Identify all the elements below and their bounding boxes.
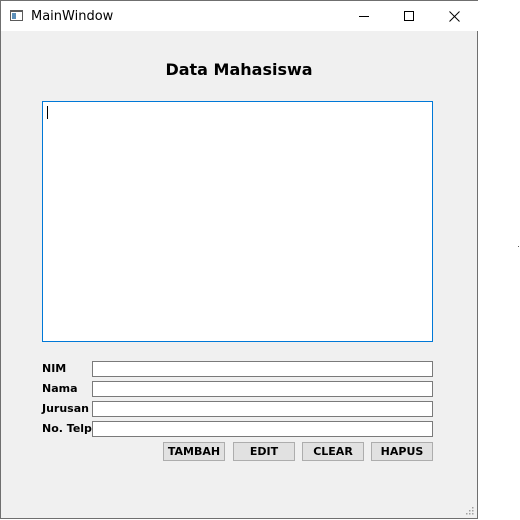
tambah-button[interactable]: TAMBAH	[163, 442, 225, 461]
maximize-icon	[403, 11, 414, 21]
jurusan-label: Jurusan	[42, 402, 89, 415]
minimize-icon	[358, 16, 369, 17]
window-title: MainWindow	[31, 9, 114, 24]
no-telp-input[interactable]	[92, 421, 433, 437]
nama-label: Nama	[42, 382, 78, 395]
edit-button[interactable]: EDIT	[233, 442, 295, 461]
resize-grip-icon[interactable]	[465, 506, 475, 516]
main-window: MainWindow Data Mahasiswa NIM Nama Jurus…	[0, 0, 478, 519]
nim-label: NIM	[42, 362, 67, 375]
title-bar[interactable]: MainWindow	[1, 0, 478, 31]
hapus-button[interactable]: HAPUS	[371, 442, 433, 461]
close-icon	[449, 10, 460, 22]
maximize-button[interactable]	[386, 1, 431, 31]
page-title: Data Mahasiswa	[165, 60, 313, 79]
text-caret	[47, 106, 48, 119]
window-app-icon	[10, 10, 23, 21]
student-data-textarea[interactable]	[42, 101, 433, 342]
jurusan-input[interactable]	[92, 401, 433, 417]
nim-input[interactable]	[92, 361, 433, 377]
close-button[interactable]	[432, 1, 477, 31]
nama-input[interactable]	[92, 381, 433, 397]
background-dot	[518, 246, 519, 247]
clear-button[interactable]: CLEAR	[302, 442, 364, 461]
no-telp-label: No. Telp	[42, 422, 92, 435]
minimize-button[interactable]	[341, 1, 386, 31]
